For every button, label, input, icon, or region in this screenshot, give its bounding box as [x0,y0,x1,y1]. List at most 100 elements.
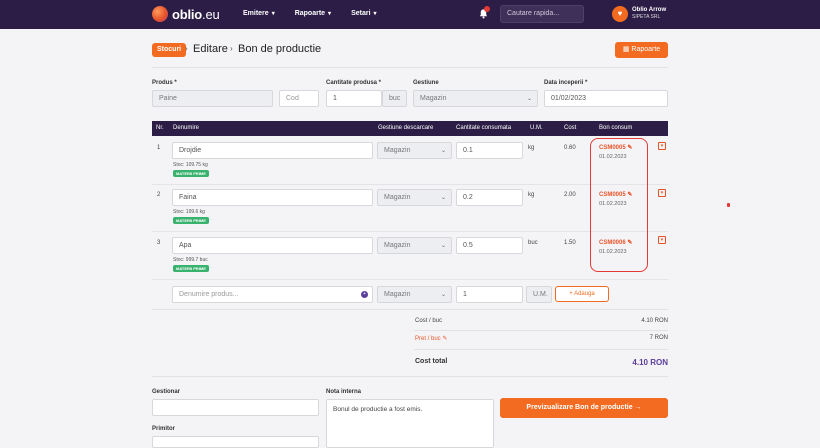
notification-badge [484,6,490,12]
chevron-down-icon: ⌄ [440,292,446,298]
primitor-input[interactable] [152,436,319,448]
gestiune-descarcare-select[interactable]: Magazin ⌄ [377,189,452,206]
col-cantitate: Cantitate consumata [456,125,512,131]
materii-prime-tag: MATERII PRIME [173,170,209,177]
cursor-marker [727,203,730,207]
gestiune-descarcare-select[interactable]: Magazin ⌄ [377,237,452,254]
menu-rapoarte[interactable]: Rapoarte ▾ [295,10,331,17]
cost-text: 0.60 [564,145,576,151]
top-navbar [0,0,820,29]
new-cantitate-input[interactable]: 1 [456,286,523,303]
stoc-text: Stoc: 199.6 kg [173,209,205,215]
logo-mark-icon [152,6,168,22]
col-gestiune: Gestiune descarcare [378,125,434,131]
cantitate-consumata-input[interactable]: 0.1 [456,142,523,159]
data-label: Data inceperii * [544,80,588,86]
quick-search-input[interactable]: Cautare rapida... [500,5,584,23]
gestionar-label: Gestionar [152,389,181,395]
user-company: SIPETA SRL [632,14,661,20]
cost-buc-value: 4.10 RON [641,318,668,324]
bon-consum-highlight [590,138,648,272]
produs-label: Produs * [152,80,177,86]
gestionar-input[interactable] [152,399,319,416]
chevron-down-icon: ⌄ [440,195,446,201]
row-divider [152,279,668,280]
row-expand-icon[interactable]: ▾ [658,189,666,197]
data-input[interactable]: 01/02/2023 [544,90,668,107]
um-text: kg [528,192,535,198]
col-nr: Nr. [156,125,164,131]
new-um-input[interactable]: U.M. [526,286,552,303]
row-expand-icon[interactable]: ▾ [658,142,666,150]
menu-setari[interactable]: Setari ▾ [351,10,376,17]
cantitate-consumata-input[interactable]: 0.5 [456,237,523,254]
materii-prime-tag: MATERII PRIME [173,217,209,224]
primitor-label: Primitor [152,426,176,432]
produs-field[interactable]: Paine [152,90,273,107]
cod-field[interactable]: Cod [279,90,319,107]
gestiune-descarcare-select[interactable]: Magazin ⌄ [377,142,452,159]
cost-total-label: Cost total [415,358,448,365]
breadcrumb-stocuri[interactable]: Stocuri [152,43,187,57]
user-avatar[interactable]: ♥ [612,6,628,22]
table-header: Nr. Denumire Gestiune descarcare Cantita… [152,121,668,136]
divider [152,67,668,68]
cantitate-consumata-input[interactable]: 0.2 [456,189,523,206]
add-product-icon[interactable]: + [361,291,368,298]
denumire-input[interactable]: Apa [172,237,373,254]
um-text: kg [528,145,535,151]
divider [414,330,668,331]
main-menu: Emitere ▾ Rapoarte ▾ Setari ▾ [243,10,397,17]
chevron-down-icon: ⌄ [440,148,446,154]
cost-buc-label: Cost / buc [415,318,443,324]
divider [152,309,668,310]
brand-logo[interactable]: oblio.eu [152,6,220,22]
denumire-input[interactable]: Drojdie [172,142,373,159]
stoc-text: Stoc: 999.7 buc [173,257,208,263]
col-um: U.M. [530,125,543,131]
divider [414,349,668,350]
cost-text: 1.50 [564,240,576,246]
rapoarte-button[interactable]: ▦ Rapoarte [615,42,668,58]
breadcrumb-separator-icon: › [230,44,233,53]
col-cost: Cost [564,125,577,131]
materii-prime-tag: MATERII PRIME [173,265,209,272]
row-nr: 3 [157,240,161,246]
stoc-text: Stoc: 109.75 kg [173,162,208,168]
previzualizare-button[interactable]: Previzualizare Bon de productie → [500,398,668,418]
user-name[interactable]: Oblio Arrow [632,7,666,13]
brand-text: oblio.eu [172,6,220,22]
chevron-down-icon: ▾ [373,11,377,17]
chevron-down-icon: ▾ [271,11,275,17]
row-nr: 1 [157,145,161,151]
cantitate-label: Cantitate produsa * [326,80,382,86]
cost-text: 2.00 [564,192,576,198]
new-gestiune-select[interactable]: Magazin ⌄ [377,286,452,303]
pret-buc-value: 7 RON [649,335,668,341]
cost-total-value: 4.10 RON [632,358,668,367]
nota-interna-label: Nota interna [326,389,362,395]
cantitate-unit: buc [382,90,407,107]
gestiune-select[interactable]: Magazin ⌄ [413,90,538,107]
chevron-down-icon: ⌄ [526,96,532,102]
chevron-down-icon: ⌄ [440,243,446,249]
nota-interna-textarea[interactable]: Bonul de productie a fost emis. [326,399,494,448]
row-nr: 2 [157,192,161,198]
um-text: buc [528,240,538,246]
cantitate-input[interactable]: 1 [326,90,382,107]
row-expand-icon[interactable]: ▾ [658,236,666,244]
col-denumire: Denumire [173,125,200,131]
new-denumire-input[interactable]: Denumire produs... + [172,286,373,303]
denumire-input[interactable]: Faina [172,189,373,206]
breadcrumb-editare: Editare [193,43,228,55]
col-bon: Bon consum [599,125,633,131]
chevron-down-icon: ▾ [328,11,332,17]
gestiune-label: Gestiune [413,80,439,86]
adauga-button[interactable]: + Adauga [555,286,609,302]
breadcrumb-separator-icon: › [185,44,188,53]
pret-buc-label[interactable]: Pret / buc ✎ [415,335,447,342]
page-title: Bon de productie [238,43,322,55]
menu-emitere[interactable]: Emitere ▾ [243,10,275,17]
report-icon: ▦ [622,46,630,53]
pencil-icon: ✎ [442,336,448,342]
